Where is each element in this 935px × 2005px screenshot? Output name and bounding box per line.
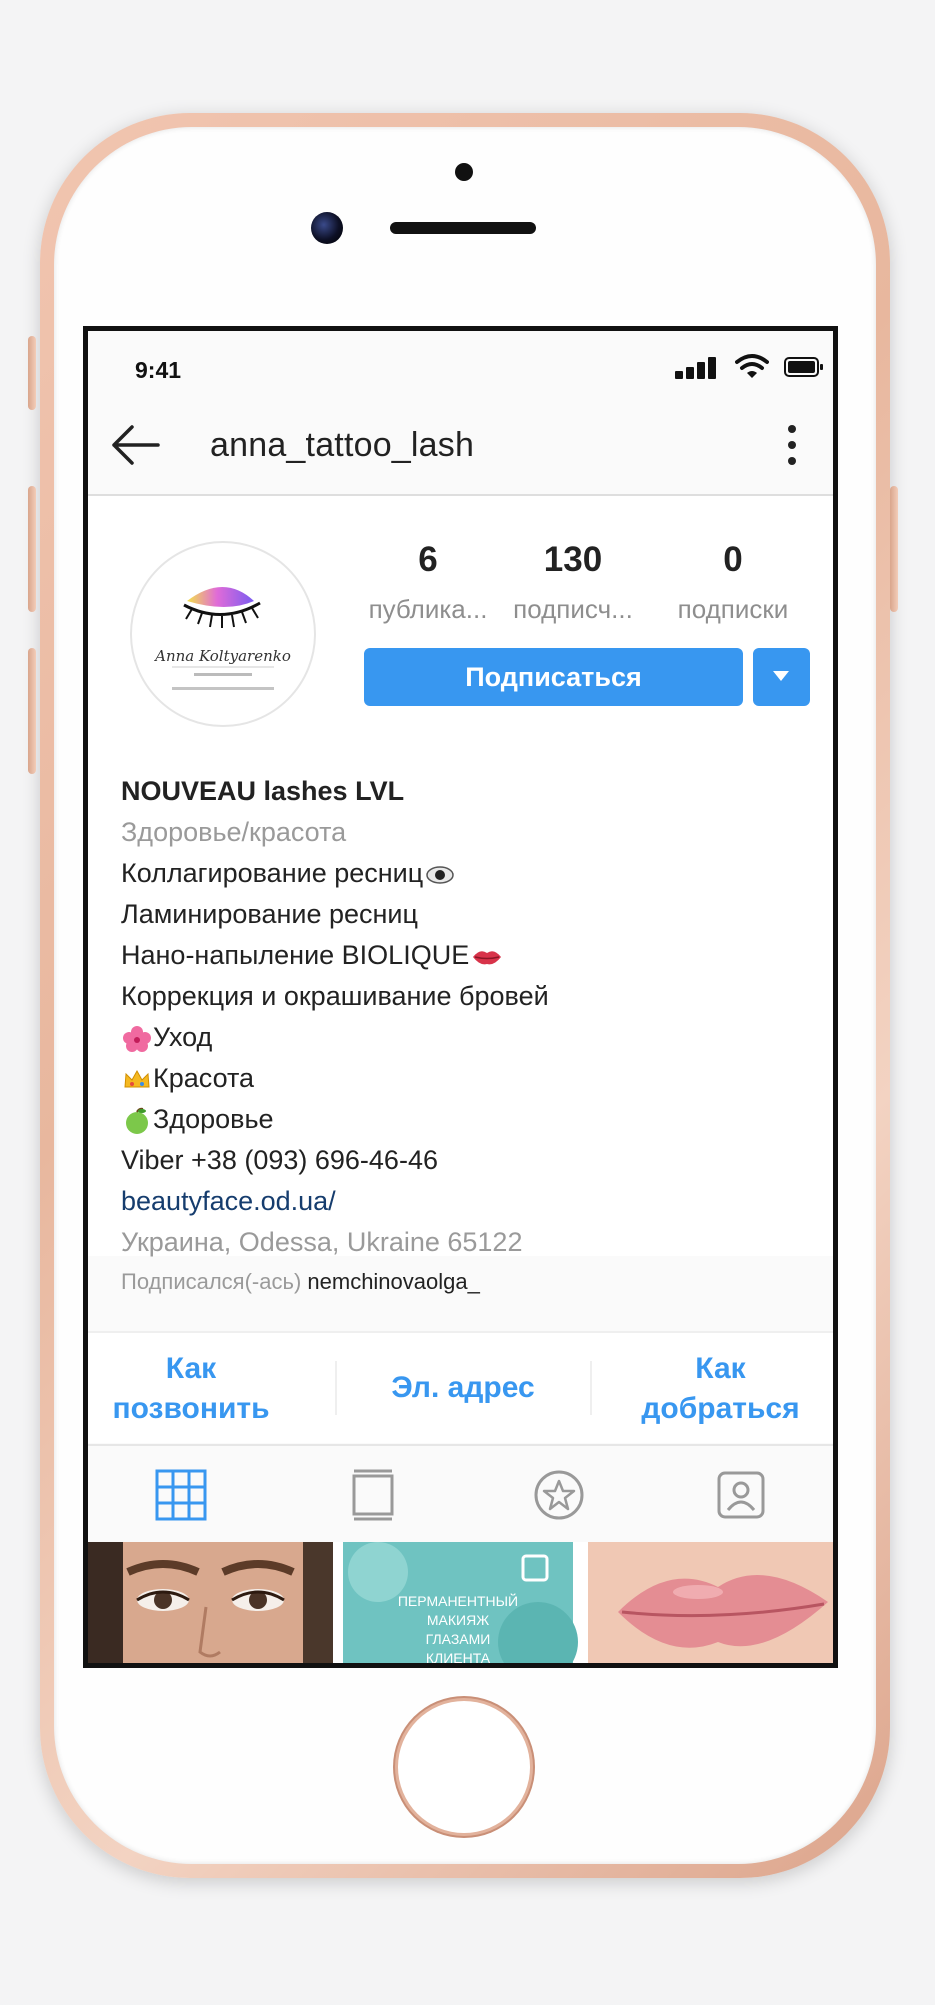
side-button-left-3 (28, 648, 36, 774)
post-thumbnail-3[interactable] (588, 1542, 833, 1663)
post-thumbnail-1[interactable] (88, 1542, 333, 1663)
post-2-text-line-4: КЛИЕНТА (426, 1650, 491, 1666)
feed-icon[interactable] (346, 1468, 400, 1522)
status-time: 9:41 (135, 357, 182, 383)
call-button[interactable]: Как позвонить (106, 1349, 276, 1429)
suggested-accounts-button[interactable] (753, 648, 810, 706)
stat-posts[interactable]: 6 публика... (363, 540, 493, 625)
bio-line-8: Viber +38 (093) 696-46-46 (121, 1145, 438, 1175)
followed-by-user: nemchinovaolga_ (307, 1269, 480, 1294)
divider (590, 1361, 592, 1415)
front-camera (311, 212, 343, 244)
side-button-left-2 (28, 486, 36, 612)
stat-following-label: подписки (677, 594, 789, 624)
stat-followers[interactable]: 130 подписч... (493, 540, 653, 625)
eye-emoji-icon (426, 866, 454, 884)
email-button-label: Эл. адрес (391, 1371, 535, 1404)
stat-posts-value: 6 (418, 540, 438, 579)
chevron-down-icon (773, 671, 789, 681)
bio-line-text: Красота (153, 1063, 255, 1093)
profile-section: Anna Koltyarenko 6 публика... 130 подпис… (88, 496, 833, 1294)
green-apple-emoji-icon (126, 1107, 148, 1134)
followed-by-prefix: Подписался(-ась) (121, 1269, 302, 1294)
status-bar: 9:41 (88, 331, 833, 401)
cellular-signal-icon (675, 357, 716, 379)
back-arrow-icon[interactable] (108, 420, 162, 470)
bio-category: Здоровье/красота (121, 817, 347, 847)
post-2-image: ПЕРМАНЕНТНЫЙ МАКИЯЖ ГЛАЗАМИ КЛИЕНТА (338, 1542, 583, 1666)
grid-icon[interactable] (154, 1468, 208, 1522)
screen: 9:41 anna_tattoo_lash Anna Koltyarenko 6… (83, 326, 838, 1668)
post-thumbnail-2[interactable]: ПЕРМАНЕНТНЫЙ МАКИЯЖ ГЛАЗАМИ КЛИЕНТА (338, 1542, 583, 1666)
side-button-left-1 (28, 336, 36, 410)
post-2-text-line-1: ПЕРМАНЕНТНЫЙ (398, 1592, 518, 1609)
crown-emoji-icon (124, 1069, 150, 1088)
bio-line-text: Нано-напыление BIOLIQUE (121, 940, 470, 970)
bio-location[interactable]: Украина, Odessa, Ukraine 65122 (121, 1222, 821, 1263)
contact-actions: Как позвонить Эл. адрес Как добраться (88, 1331, 833, 1443)
profile-avatar[interactable]: Anna Koltyarenko (130, 541, 316, 727)
directions-button[interactable]: Как добраться (613, 1349, 828, 1429)
post-2-text-line-3: ГЛАЗАМИ (426, 1631, 491, 1647)
lips-emoji-icon (473, 951, 502, 965)
stat-following-value: 0 (723, 540, 743, 579)
earpiece-speaker (390, 222, 536, 234)
profile-tabs (88, 1444, 833, 1546)
avatar-logo-text: Anna Koltyarenko (153, 647, 291, 665)
post-1-image (88, 1542, 333, 1663)
bio-line-5: Уход (121, 1017, 821, 1058)
bio-line-6: Красота (121, 1058, 821, 1099)
eye-lash-logo-icon: Anna Koltyarenko (153, 587, 291, 690)
home-button[interactable] (398, 1701, 530, 1833)
bio: NOUVEAU lashes LVL Здоровье/красота Колл… (121, 771, 821, 1295)
hibiscus-emoji-icon (123, 1025, 151, 1052)
bio-website-link[interactable]: beautyface.od.ua/ (121, 1181, 821, 1222)
side-button-right (890, 486, 898, 612)
post-3-image (588, 1542, 833, 1663)
stat-followers-label: подписч... (513, 594, 633, 624)
directions-button-line-2: добраться (641, 1392, 800, 1425)
directions-button-line-1: Как (695, 1352, 746, 1385)
followed-by[interactable]: Подписался(-ась) nemchinovaolga_ (121, 1269, 821, 1295)
bio-line-text: Коллагирование ресниц (121, 858, 424, 888)
bio-line-4: Коррекция и окрашивание бровей (121, 981, 549, 1011)
proximity-sensor (455, 163, 473, 181)
post-2-text-line-2: МАКИЯЖ (427, 1612, 489, 1628)
wifi-icon (735, 354, 769, 378)
bio-name: NOUVEAU lashes LVL (121, 776, 405, 806)
battery-icon (784, 357, 823, 377)
bio-line-2: Ламинирование ресниц (121, 899, 418, 929)
stat-posts-label: публика... (368, 594, 488, 624)
star-icon[interactable] (532, 1468, 586, 1522)
divider (335, 1361, 337, 1415)
more-options-icon[interactable] (783, 422, 801, 468)
stat-following[interactable]: 0 подписки (658, 540, 808, 625)
follow-button[interactable]: Подписаться (364, 648, 743, 706)
tagged-icon[interactable] (714, 1468, 768, 1522)
posts-grid: ПЕРМАНЕНТНЫЙ МАКИЯЖ ГЛАЗАМИ КЛИЕНТА (88, 1542, 833, 1666)
profile-header: anna_tattoo_lash (88, 396, 833, 496)
email-button[interactable]: Эл. адрес (343, 1368, 583, 1408)
bio-line-1: Коллагирование ресниц (121, 853, 821, 894)
call-button-line-1: Как (165, 1352, 217, 1385)
call-button-line-2: позвонить (112, 1392, 270, 1425)
bio-line-text: Здоровье (153, 1104, 274, 1134)
bio-line-7: Здоровье (121, 1099, 821, 1140)
bio-line-3: Нано-напыление BIOLIQUE (121, 935, 821, 976)
bio-line-text: Уход (153, 1022, 213, 1052)
stat-followers-value: 130 (543, 540, 603, 579)
profile-username: anna_tattoo_lash (210, 426, 475, 464)
